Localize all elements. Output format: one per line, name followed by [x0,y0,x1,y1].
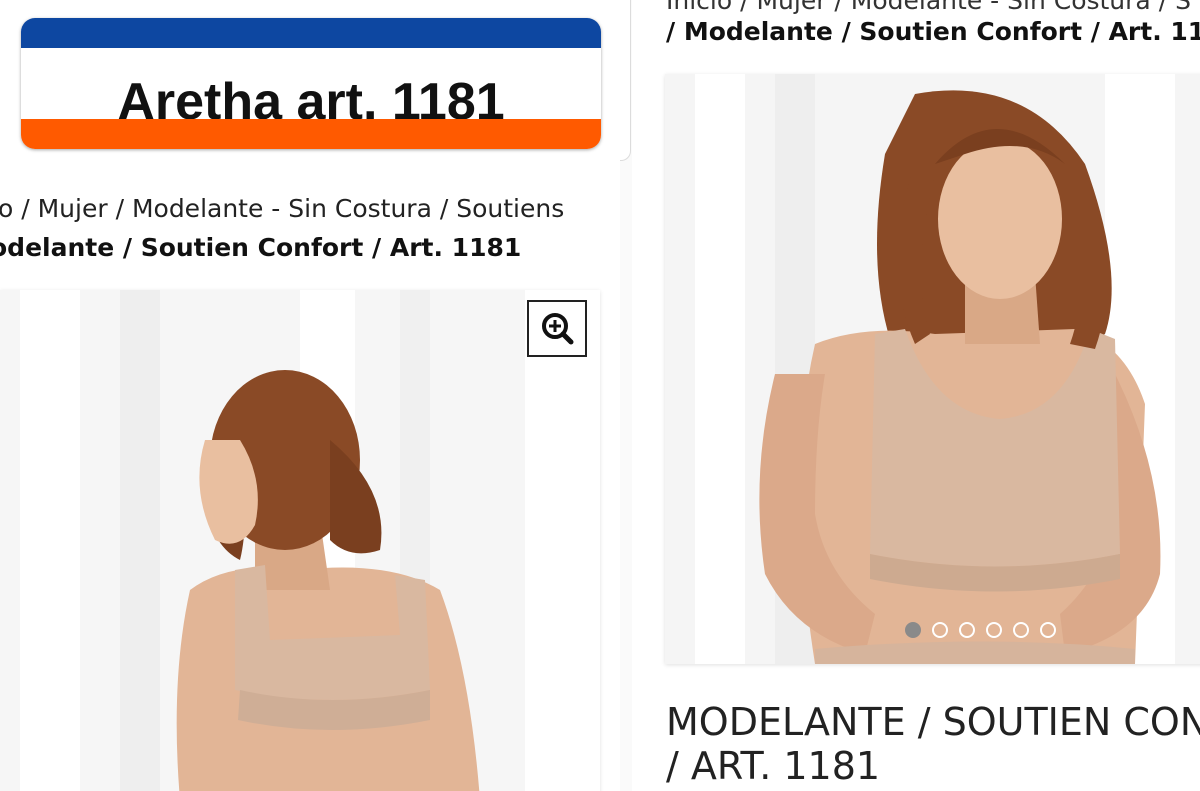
carousel-dot-3[interactable] [959,622,975,638]
left-panel: Aretha art. 1181 o / Mujer / Modelante -… [0,0,620,791]
product-title: MODELANTE / SOUTIEN CONF / ART. 1181 [666,700,1200,788]
carousel-dot-5[interactable] [1013,622,1029,638]
logo-blue-bar [21,18,601,48]
product-title-line-2: / ART. 1181 [666,744,881,788]
brand-logo-card: Aretha art. 1181 [21,18,601,149]
carousel-dot-2[interactable] [932,622,948,638]
product-title-line-1: MODELANTE / SOUTIEN CONF [666,700,1200,744]
product-image-front[interactable] [665,74,1200,664]
model-back-illustration [0,290,600,791]
carousel-dot-1[interactable] [905,622,921,638]
right-breadcrumb-line-2[interactable]: / Modelante / Soutien Confort / Art. 118 [666,17,1200,46]
zoom-in-icon [542,313,574,345]
breadcrumb-line-1[interactable]: o / Mujer / Modelante - Sin Costura / So… [0,194,564,223]
panel-divider [620,0,632,791]
right-breadcrumb-line-1[interactable]: Inicio / Mujer / Modelante - Sin Costura… [666,0,1191,15]
carousel-dots [905,622,1056,638]
breadcrumb-line-2[interactable]: odelante / Soutien Confort / Art. 1181 [0,233,521,262]
model-front-illustration [665,74,1200,664]
product-image-back[interactable] [0,290,600,791]
logo-orange-bar [21,119,601,149]
carousel-dot-6[interactable] [1040,622,1056,638]
divider-hook [620,0,631,161]
carousel-dot-4[interactable] [986,622,1002,638]
zoom-button[interactable] [527,300,587,357]
